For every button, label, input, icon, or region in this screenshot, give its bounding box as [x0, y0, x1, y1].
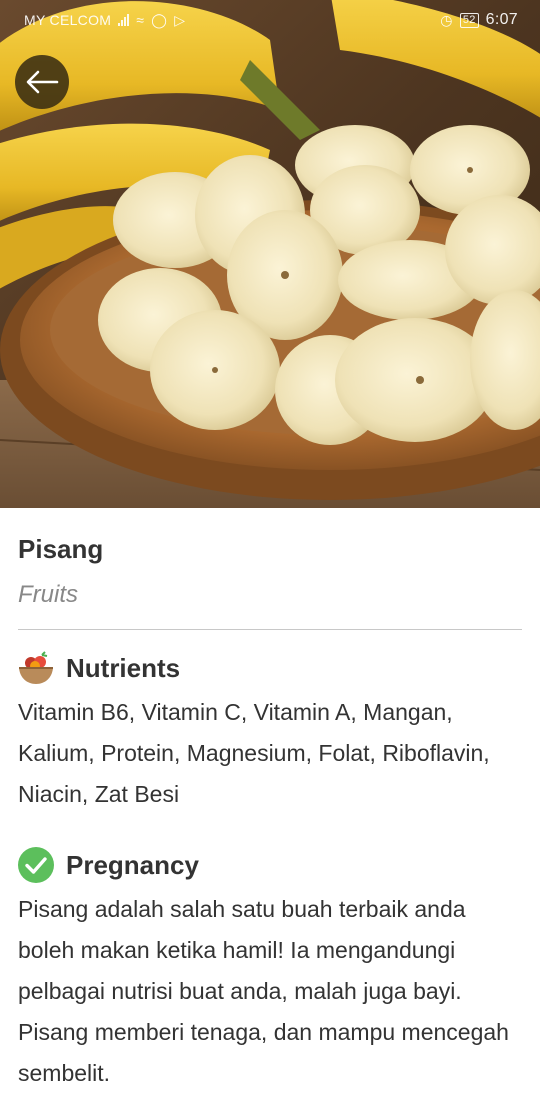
pregnancy-text: Pisang adalah salah satu buah terbaik an… — [18, 896, 509, 1086]
nutrients-header: Nutrients — [18, 650, 522, 686]
pregnancy-header: Pregnancy — [18, 847, 522, 883]
hero-image — [0, 0, 540, 508]
fruit-bowl-icon — [18, 650, 54, 686]
banana-slices-photo — [0, 0, 540, 508]
alarm-icon: ◷ — [440, 11, 453, 28]
status-right: ◷ 52 6:07 — [440, 11, 518, 29]
arrow-left-icon — [26, 70, 59, 94]
battery-icon: 52 — [459, 12, 479, 28]
food-category: Fruits — [18, 581, 78, 608]
back-button[interactable] — [15, 55, 69, 109]
pregnancy-title: Pregnancy — [66, 849, 199, 880]
status-left: MY CELCOM ≈ ◯ ▷ — [24, 12, 185, 29]
wifi-icon: ≈ — [136, 12, 145, 28]
status-bar: MY CELCOM ≈ ◯ ▷ ◷ 52 6:07 — [0, 0, 540, 40]
divider — [18, 629, 522, 630]
food-name: Pisang — [18, 534, 104, 564]
nutrients-title: Nutrients — [66, 652, 181, 683]
check-circle-icon — [18, 847, 54, 883]
play-icon: ▷ — [174, 11, 186, 28]
clock: 6:07 — [485, 11, 518, 28]
detail-content: Pisang Fruits Nutrients Vitamin B6, Vita… — [18, 508, 522, 1094]
carrier-label: MY CELCOM — [24, 12, 112, 28]
nutrients-text: Vitamin B6, Vitamin C, Vitamin A, Mangan… — [18, 699, 490, 807]
signal-icon — [118, 14, 130, 26]
whatsapp-icon: ◯ — [151, 11, 168, 28]
